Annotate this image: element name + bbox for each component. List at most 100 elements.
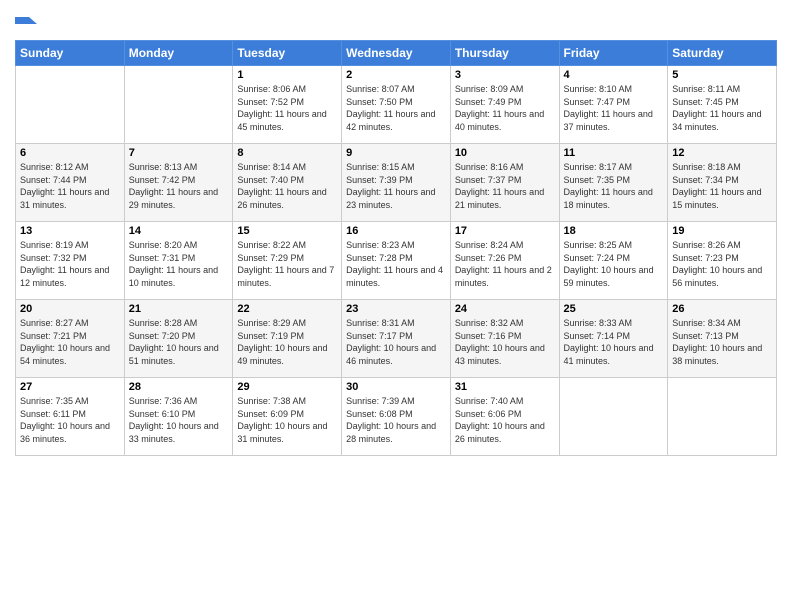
day-number: 9 [346, 147, 446, 159]
calendar-cell [559, 378, 668, 456]
day-number: 30 [346, 381, 446, 393]
calendar-cell: 9 Sunrise: 8:15 AMSunset: 7:39 PMDaylight… [342, 144, 451, 222]
day-info: Sunrise: 8:24 AMSunset: 7:26 PMDaylight:… [455, 239, 555, 289]
day-info: Sunrise: 8:16 AMSunset: 7:37 PMDaylight:… [455, 161, 555, 211]
day-info: Sunrise: 8:09 AMSunset: 7:49 PMDaylight:… [455, 83, 555, 133]
day-info: Sunrise: 8:29 AMSunset: 7:19 PMDaylight:… [237, 317, 337, 367]
calendar-cell: 21Sunrise: 8:28 AMSunset: 7:20 PMDayligh… [124, 300, 233, 378]
day-number: 31 [455, 381, 555, 393]
day-info: Sunrise: 8:34 AMSunset: 7:13 PMDaylight:… [672, 317, 772, 367]
calendar-table: SundayMondayTuesdayWednesdayThursdayFrid… [15, 40, 777, 456]
calendar-week-row: 6Sunrise: 8:12 AMSunset: 7:44 PMDaylight… [16, 144, 777, 222]
calendar-cell: 7Sunrise: 8:13 AMSunset: 7:42 PMDaylight… [124, 144, 233, 222]
day-info: Sunrise: 8:15 AMSunset: 7:39 PMDaylight:… [346, 161, 446, 211]
day-number: 15 [237, 225, 337, 237]
calendar-cell: 20 Sunrise: 8:27 AMSunset: 7:21 PMDayligh… [16, 300, 125, 378]
day-number: 26 [672, 303, 772, 315]
day-number: 24 [455, 303, 555, 315]
calendar-cell: 19 Sunrise: 8:26 AMSunset: 7:23 PMDayligh… [668, 222, 777, 300]
calendar-cell: 31 Sunrise: 7:40 AMSunset: 6:06 PMDayligh… [450, 378, 559, 456]
calendar-cell: 29 Sunrise: 7:38 AMSunset: 6:09 PMDayligh… [233, 378, 342, 456]
calendar-cell: 5Sunrise: 8:11 AMSunset: 7:45 PMDaylight… [668, 66, 777, 144]
day-info: Sunrise: 8:33 AMSunset: 7:14 PMDaylight:… [564, 317, 664, 367]
day-info: Sunrise: 7:40 AMSunset: 6:06 PMDaylight:… [455, 395, 555, 445]
weekday-header-cell: Monday [124, 41, 233, 66]
day-info: Sunrise: 8:23 AMSunset: 7:28 PMDaylight:… [346, 239, 446, 289]
day-number: 27 [20, 381, 120, 393]
day-number: 11 [564, 147, 664, 159]
day-number: 28 [129, 381, 229, 393]
calendar-week-row: 13 Sunrise: 8:19 AMSunset: 7:32 PMDayligh… [16, 222, 777, 300]
day-info: Sunrise: 8:11 AMSunset: 7:45 PMDaylight:… [672, 83, 772, 133]
day-info: Sunrise: 8:18 AMSunset: 7:34 PMDaylight:… [672, 161, 772, 211]
day-number: 8 [237, 147, 337, 159]
day-info: Sunrise: 8:20 AMSunset: 7:31 PMDaylight:… [129, 239, 229, 289]
calendar-cell: 12Sunrise: 8:18 AMSunset: 7:34 PMDayligh… [668, 144, 777, 222]
day-number: 22 [237, 303, 337, 315]
day-info: Sunrise: 8:26 AMSunset: 7:23 PMDaylight:… [672, 239, 772, 289]
logo-icon [15, 14, 37, 36]
day-number: 23 [346, 303, 446, 315]
day-number: 10 [455, 147, 555, 159]
calendar-cell: 18 Sunrise: 8:25 AMSunset: 7:24 PMDayligh… [559, 222, 668, 300]
day-info: Sunrise: 8:07 AMSunset: 7:50 PMDaylight:… [346, 83, 446, 133]
calendar-cell: 6Sunrise: 8:12 AMSunset: 7:44 PMDaylight… [16, 144, 125, 222]
calendar-cell: 16Sunrise: 8:23 AMSunset: 7:28 PMDayligh… [342, 222, 451, 300]
day-info: Sunrise: 8:14 AMSunset: 7:40 PMDaylight:… [237, 161, 337, 211]
day-info: Sunrise: 8:10 AMSunset: 7:47 PMDaylight:… [564, 83, 664, 133]
calendar-cell: 30 Sunrise: 7:39 AMSunset: 6:08 PMDayligh… [342, 378, 451, 456]
day-info: Sunrise: 8:32 AMSunset: 7:16 PMDaylight:… [455, 317, 555, 367]
calendar-cell: 4 Sunrise: 8:10 AMSunset: 7:47 PMDaylight… [559, 66, 668, 144]
day-number: 7 [129, 147, 229, 159]
day-info: Sunrise: 7:38 AMSunset: 6:09 PMDaylight:… [237, 395, 337, 445]
day-number: 2 [346, 69, 446, 81]
calendar-cell: 3 Sunrise: 8:09 AMSunset: 7:49 PMDaylight… [450, 66, 559, 144]
day-number: 29 [237, 381, 337, 393]
weekday-header-cell: Wednesday [342, 41, 451, 66]
calendar-cell: 23Sunrise: 8:31 AMSunset: 7:17 PMDayligh… [342, 300, 451, 378]
day-number: 20 [20, 303, 120, 315]
calendar-cell: 22 Sunrise: 8:29 AMSunset: 7:19 PMDayligh… [233, 300, 342, 378]
calendar-cell [16, 66, 125, 144]
day-info: Sunrise: 7:35 AMSunset: 6:11 PMDaylight:… [20, 395, 120, 445]
calendar-cell: 10 Sunrise: 8:16 AMSunset: 7:37 PMDayligh… [450, 144, 559, 222]
calendar-cell [124, 66, 233, 144]
calendar-cell: 1 Sunrise: 8:06 AMSunset: 7:52 PMDaylight… [233, 66, 342, 144]
calendar-cell: 17 Sunrise: 8:24 AMSunset: 7:26 PMDayligh… [450, 222, 559, 300]
weekday-header-cell: Saturday [668, 41, 777, 66]
calendar-cell: 24 Sunrise: 8:32 AMSunset: 7:16 PMDayligh… [450, 300, 559, 378]
calendar-cell [668, 378, 777, 456]
calendar-cell: 27 Sunrise: 7:35 AMSunset: 6:11 PMDayligh… [16, 378, 125, 456]
calendar-week-row: 27 Sunrise: 7:35 AMSunset: 6:11 PMDayligh… [16, 378, 777, 456]
day-number: 3 [455, 69, 555, 81]
day-number: 19 [672, 225, 772, 237]
calendar-week-row: 20 Sunrise: 8:27 AMSunset: 7:21 PMDayligh… [16, 300, 777, 378]
day-number: 4 [564, 69, 664, 81]
day-info: Sunrise: 8:27 AMSunset: 7:21 PMDaylight:… [20, 317, 120, 367]
day-number: 6 [20, 147, 120, 159]
weekday-header-cell: Tuesday [233, 41, 342, 66]
calendar-body: 1 Sunrise: 8:06 AMSunset: 7:52 PMDaylight… [16, 66, 777, 456]
day-number: 1 [237, 69, 337, 81]
weekday-header-row: SundayMondayTuesdayWednesdayThursdayFrid… [16, 41, 777, 66]
day-info: Sunrise: 8:06 AMSunset: 7:52 PMDaylight:… [237, 83, 337, 133]
calendar-cell: 15 Sunrise: 8:22 AMSunset: 7:29 PMDayligh… [233, 222, 342, 300]
day-info: Sunrise: 8:25 AMSunset: 7:24 PMDaylight:… [564, 239, 664, 289]
calendar-cell: 8 Sunrise: 8:14 AMSunset: 7:40 PMDaylight… [233, 144, 342, 222]
day-number: 25 [564, 303, 664, 315]
header [15, 10, 777, 36]
day-number: 13 [20, 225, 120, 237]
calendar-cell: 13 Sunrise: 8:19 AMSunset: 7:32 PMDayligh… [16, 222, 125, 300]
weekday-header-cell: Thursday [450, 41, 559, 66]
day-number: 18 [564, 225, 664, 237]
weekday-header-cell: Friday [559, 41, 668, 66]
day-info: Sunrise: 7:36 AMSunset: 6:10 PMDaylight:… [129, 395, 229, 445]
calendar-cell: 14Sunrise: 8:20 AMSunset: 7:31 PMDayligh… [124, 222, 233, 300]
day-number: 17 [455, 225, 555, 237]
day-info: Sunrise: 7:39 AMSunset: 6:08 PMDaylight:… [346, 395, 446, 445]
calendar-cell: 26 Sunrise: 8:34 AMSunset: 7:13 PMDayligh… [668, 300, 777, 378]
calendar-cell: 28 Sunrise: 7:36 AMSunset: 6:10 PMDayligh… [124, 378, 233, 456]
day-info: Sunrise: 8:22 AMSunset: 7:29 PMDaylight:… [237, 239, 337, 289]
day-info: Sunrise: 8:19 AMSunset: 7:32 PMDaylight:… [20, 239, 120, 289]
day-info: Sunrise: 8:28 AMSunset: 7:20 PMDaylight:… [129, 317, 229, 367]
